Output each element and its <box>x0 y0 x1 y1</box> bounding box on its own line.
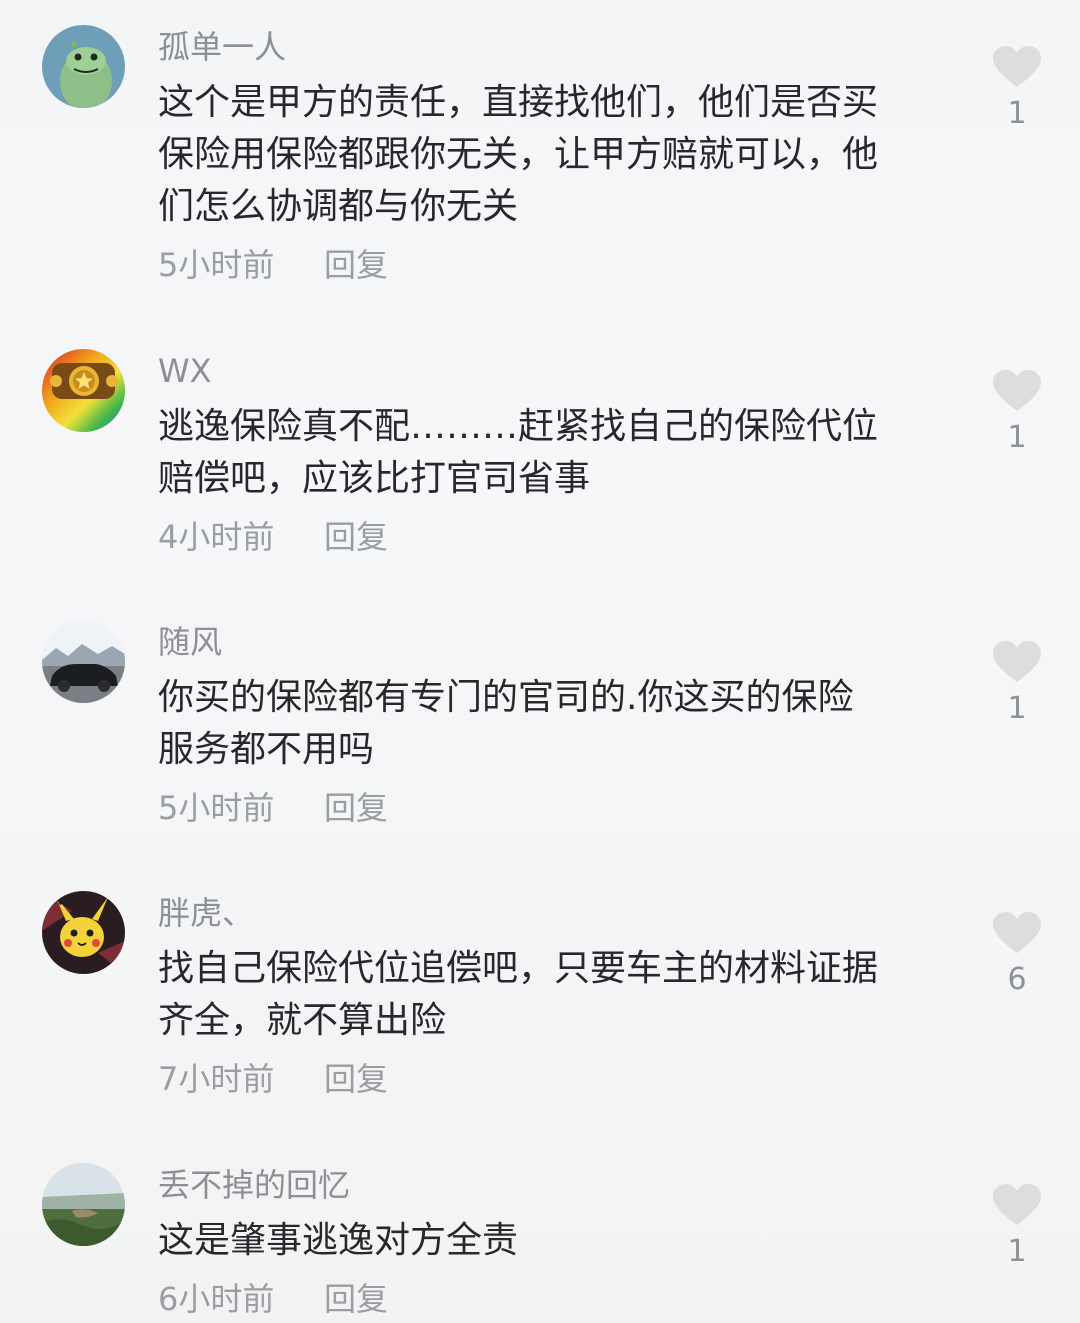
comment-meta: 5小时前 回复 <box>158 245 388 285</box>
heart-icon <box>993 641 1041 682</box>
like-button[interactable]: 1 <box>992 640 1044 728</box>
like-count: 1 <box>1007 96 1027 131</box>
avatar-badge-image <box>42 349 125 432</box>
reply-button[interactable]: 回复 <box>324 245 388 285</box>
comment-meta: 4小时前 回复 <box>158 517 388 557</box>
avatar-dinosaur-image <box>42 25 125 108</box>
comment-time: 5小时前 <box>158 789 275 827</box>
comment-time: 4小时前 <box>158 518 275 556</box>
user-avatar[interactable] <box>42 620 125 703</box>
username[interactable]: WX <box>158 351 212 391</box>
username[interactable]: 胖虎、 <box>158 893 254 933</box>
like-count: 1 <box>1007 1234 1027 1269</box>
user-avatar[interactable] <box>42 25 125 108</box>
like-button[interactable]: 1 <box>992 45 1044 133</box>
comment-text: 逃逸保险真不配………赶紧找自己的保险代位 赔偿吧，应该比打官司省事 <box>158 406 879 499</box>
heart-icon <box>993 46 1041 87</box>
avatar-landscape-photo <box>42 1163 125 1246</box>
user-avatar[interactable] <box>42 1163 125 1246</box>
username[interactable]: 随风 <box>158 622 222 662</box>
heart-icon <box>993 912 1041 953</box>
comment-meta: 6小时前 回复 <box>158 1279 388 1319</box>
comment-text: 找自己保险代位追偿吧，只要车主的材料证据 齐全，就不算出险 <box>158 948 879 1041</box>
heart-icon <box>993 370 1041 411</box>
username[interactable]: 丢不掉的回忆 <box>158 1165 350 1205</box>
like-count: 1 <box>1007 691 1027 726</box>
comment-text: 这个是甲方的责任，直接找他们，他们是否买 保险用保险都跟你无关，让甲方赔就可以，… <box>158 82 879 227</box>
reply-button[interactable]: 回复 <box>324 1279 388 1319</box>
comment-time: 6小时前 <box>158 1280 275 1318</box>
reply-button[interactable]: 回复 <box>324 517 388 557</box>
comment-list: 孤单一人 这个是甲方的责任，直接找他们，他们是否买 保险用保险都跟你无关，让甲方… <box>0 0 1080 1323</box>
comment-time: 5小时前 <box>158 246 275 284</box>
comment-text: 你买的保险都有专门的官司的.你这买的保险 服务都不用吗 <box>158 677 854 770</box>
reply-button[interactable]: 回复 <box>324 788 388 828</box>
heart-icon <box>993 1184 1041 1225</box>
avatar-pikachu-image <box>42 891 125 974</box>
like-count: 6 <box>1007 962 1027 997</box>
like-count: 1 <box>1007 420 1027 455</box>
user-avatar[interactable] <box>42 891 125 974</box>
comment-meta: 7小时前 回复 <box>158 1059 388 1099</box>
like-button[interactable]: 1 <box>992 369 1044 457</box>
user-avatar[interactable] <box>42 349 125 432</box>
like-button[interactable]: 6 <box>992 911 1044 999</box>
username[interactable]: 孤单一人 <box>158 27 286 67</box>
reply-button[interactable]: 回复 <box>324 1059 388 1099</box>
comment-text: 这是肇事逃逸对方全责 <box>158 1220 519 1261</box>
comment-meta: 5小时前 回复 <box>158 788 388 828</box>
like-button[interactable]: 1 <box>992 1183 1044 1271</box>
comment-time: 7小时前 <box>158 1060 275 1098</box>
avatar-car-photo <box>42 620 125 703</box>
